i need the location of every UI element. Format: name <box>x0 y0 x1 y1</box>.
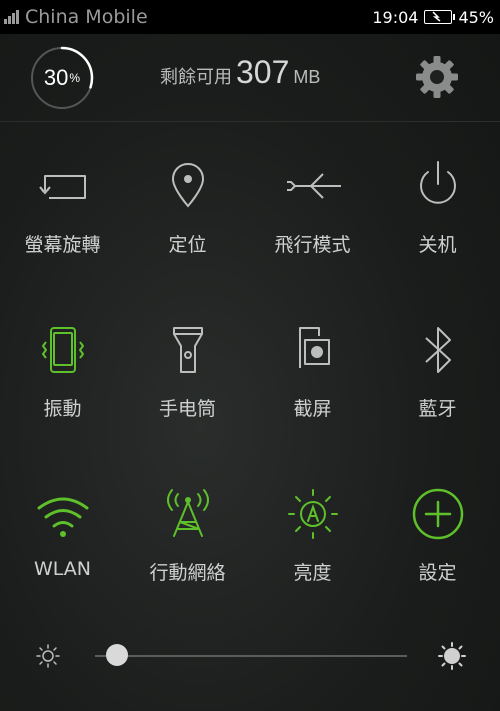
status-right: 19:04 45% <box>372 8 494 27</box>
brightness-thumb[interactable] <box>105 644 128 666</box>
toggle-settings-add[interactable]: 設定 <box>375 450 500 614</box>
toggle-brightness[interactable]: 亮度 <box>250 450 375 614</box>
toggle-bluetooth[interactable]: 藍牙 <box>375 286 500 450</box>
toggle-label: 設定 <box>418 562 457 584</box>
gear-icon[interactable] <box>414 54 460 100</box>
airplane-icon <box>286 173 341 199</box>
available-memory-value: 307 <box>236 54 290 90</box>
location-icon <box>171 162 204 208</box>
available-memory-unit: MB <box>293 67 321 87</box>
toggle-airplane-mode[interactable]: 飛行模式 <box>250 122 375 286</box>
screenshot-icon <box>298 327 330 368</box>
available-memory: 剩餘可用 307 MB <box>160 54 320 91</box>
brightness-auto-icon <box>287 489 338 539</box>
clock: 19:04 <box>372 7 419 27</box>
toggle-screenshot[interactable]: 截屏 <box>250 286 375 450</box>
toggle-flashlight[interactable]: 手电筒 <box>125 286 250 450</box>
brightness-slider <box>0 630 500 680</box>
wifi-icon <box>37 497 88 537</box>
battery-icon <box>424 10 456 24</box>
toggle-mobile-network[interactable]: 行動網絡 <box>125 450 250 614</box>
toggle-wlan[interactable]: WLAN <box>0 450 125 614</box>
toggle-screen-rotation[interactable]: 螢幕旋轉 <box>0 122 125 286</box>
toggle-power-off[interactable]: 关机 <box>375 122 500 286</box>
signal-icon <box>4 10 19 24</box>
toggle-label: 螢幕旋轉 <box>24 234 101 256</box>
toggle-label: 亮度 <box>293 562 332 584</box>
memory-usage-percent: 30% <box>30 46 94 110</box>
memory-bar: 30% 剩餘可用 307 MB <box>0 34 500 122</box>
bluetooth-icon <box>424 327 451 373</box>
brightness-low-icon <box>36 644 60 668</box>
toggle-label: 定位 <box>168 234 207 256</box>
toggle-label: 飛行模式 <box>274 234 351 256</box>
screen-rotation-icon <box>38 175 86 201</box>
status-left: China Mobile <box>4 6 148 28</box>
toggle-label: WLAN <box>33 558 92 580</box>
brightness-high-icon <box>438 642 466 670</box>
vibrate-icon <box>41 327 84 373</box>
add-settings-icon <box>412 488 463 540</box>
toggle-label: 截屏 <box>293 398 332 420</box>
memory-percent-sign: % <box>69 71 81 85</box>
brightness-track[interactable] <box>95 655 407 657</box>
toggle-location[interactable]: 定位 <box>125 122 250 286</box>
toggle-label: 行動網絡 <box>149 562 226 584</box>
status-bar: China Mobile 19:04 45% <box>0 0 500 34</box>
toggle-label: 振動 <box>43 398 82 420</box>
toggle-vibrate[interactable]: 振動 <box>0 286 125 450</box>
carrier-name: China Mobile <box>25 6 148 28</box>
available-memory-label: 剩餘可用 <box>160 67 232 87</box>
toggle-label: 藍牙 <box>418 398 457 420</box>
toggle-label: 关机 <box>418 234 457 256</box>
memory-percent-value: 30 <box>43 65 69 90</box>
toggle-label: 手电筒 <box>158 398 216 420</box>
battery-percent: 45% <box>458 7 494 27</box>
power-icon <box>419 161 456 204</box>
mobile-network-icon <box>166 489 209 537</box>
flashlight-icon <box>172 327 203 373</box>
